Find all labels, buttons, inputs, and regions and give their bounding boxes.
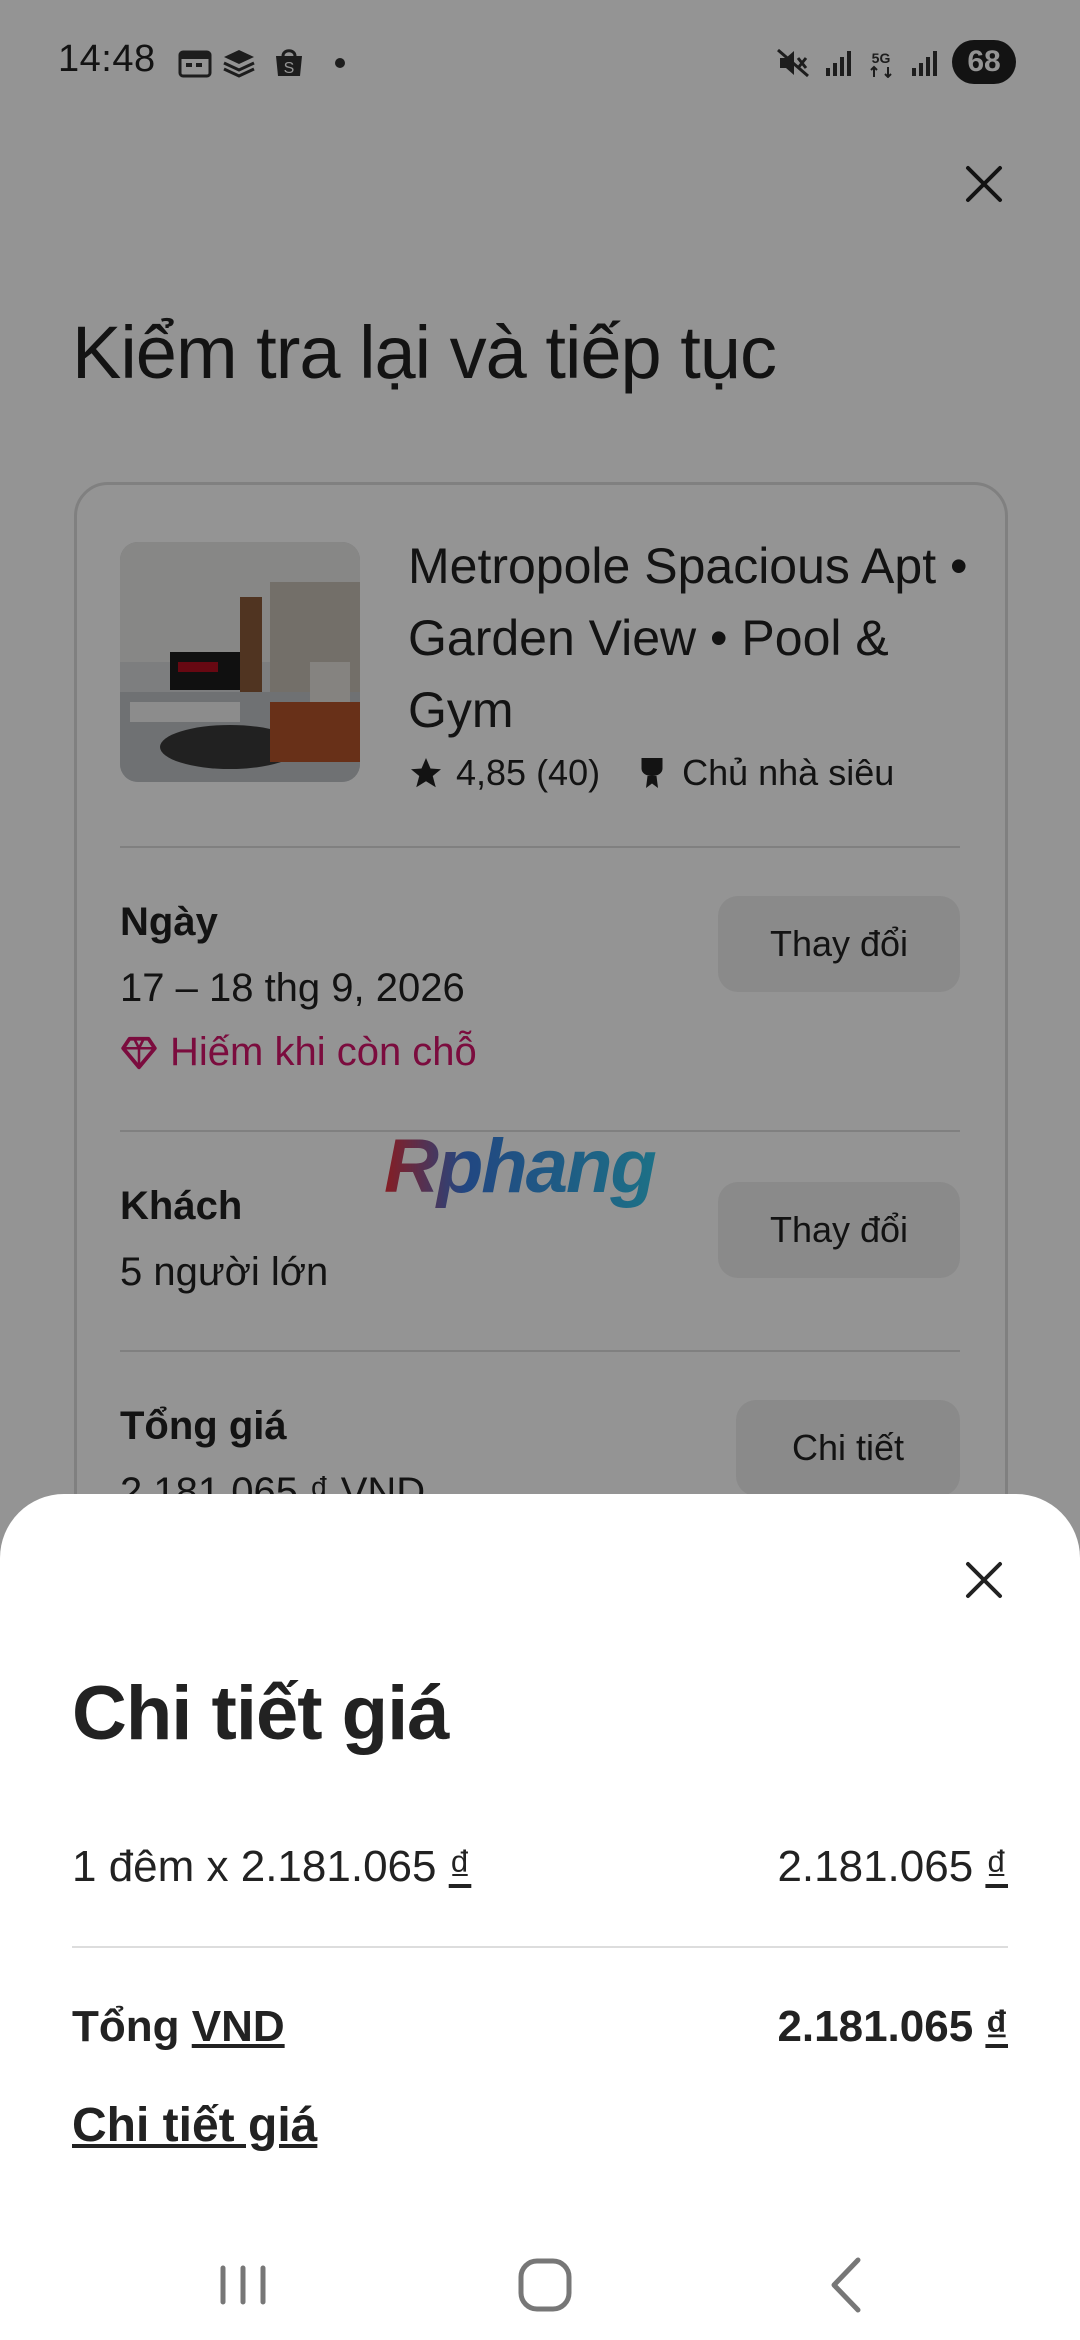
home-icon[interactable]: [500, 2240, 590, 2330]
currency-link[interactable]: ₫: [985, 1842, 1008, 1891]
total-line-amount: 2.181.065 ₫: [777, 2002, 1008, 2051]
total-line-label: Tổng VND: [72, 2002, 285, 2051]
currency-code-link[interactable]: VND: [192, 2002, 285, 2051]
currency-link[interactable]: ₫: [449, 1842, 472, 1891]
currency-link[interactable]: ₫: [985, 2002, 1008, 2051]
recent-apps-icon[interactable]: [198, 2240, 288, 2330]
divider: [72, 1946, 1008, 1948]
nightly-line-amount: 2.181.065 ₫: [777, 1842, 1008, 1891]
price-details-sheet: [0, 1494, 1080, 2340]
close-icon[interactable]: [960, 1556, 1008, 1604]
back-icon[interactable]: [802, 2240, 892, 2330]
price-details-link[interactable]: Chi tiết giá: [72, 2098, 317, 2153]
nightly-line-label: 1 đêm x 2.181.065 ₫: [72, 1842, 472, 1891]
sheet-title: Chi tiết giá: [72, 1671, 449, 1756]
